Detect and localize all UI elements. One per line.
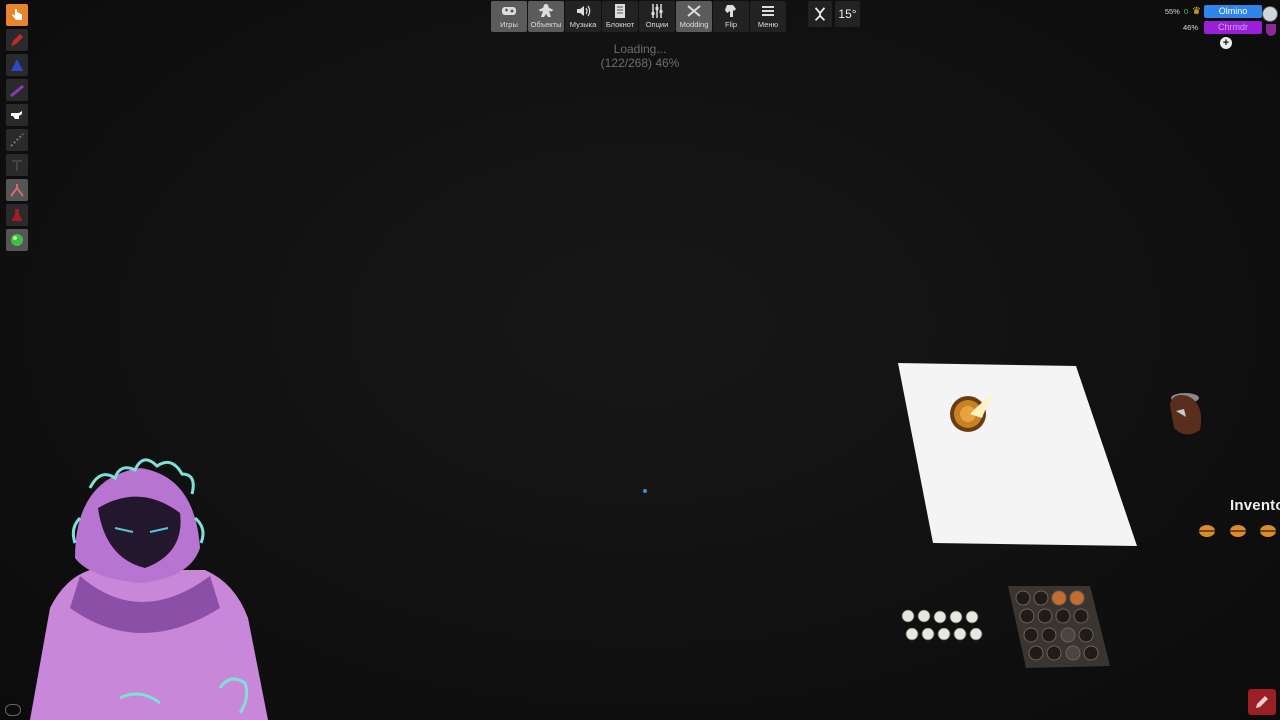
player-avatar[interactable] — [1262, 6, 1278, 22]
flick-tool-button[interactable] — [6, 104, 28, 126]
snap-tool-button[interactable] — [6, 179, 28, 201]
grab-tool-button[interactable] — [6, 4, 28, 26]
speaker-icon — [577, 5, 591, 17]
crown-icon: ♛ — [1192, 5, 1201, 17]
flip-label: Flip — [724, 20, 738, 29]
loading-text: Loading... — [613, 42, 667, 56]
text-tool-button[interactable] — [6, 154, 28, 176]
shield-icon — [1266, 24, 1276, 36]
zone-icon — [11, 59, 23, 71]
loot-bag — [1170, 393, 1202, 435]
menu-label: Меню — [757, 20, 779, 29]
text-icon — [12, 160, 22, 171]
tools-icon — [687, 5, 701, 17]
player-row-host[interactable]: 55% 0 ♛ Olmino — [1165, 4, 1262, 18]
player-host-percent: 55% — [1164, 6, 1180, 16]
measure-tool-button[interactable] — [6, 129, 28, 151]
gizmo-tool-button[interactable] — [6, 229, 28, 251]
pencil-icon — [1256, 696, 1268, 708]
player-host-score: 0 — [1183, 6, 1189, 16]
flick-hand-icon — [11, 111, 22, 119]
music-label: Музыка — [569, 20, 597, 29]
loading-status: Loading... (122/268) 46% — [560, 42, 720, 70]
menu-icon — [762, 6, 774, 16]
white-token-group — [901, 609, 983, 641]
modding-button[interactable]: Modding — [676, 1, 712, 32]
meeple-icon — [538, 4, 554, 17]
ruler-icon — [10, 133, 24, 147]
rotation-angle-value: 15° — [838, 7, 857, 21]
fire-token — [950, 396, 994, 432]
line-icon — [10, 84, 24, 98]
games-button[interactable]: Игры — [491, 1, 527, 32]
pen-tool-button[interactable] — [6, 29, 28, 51]
player-guest-name[interactable]: Chrmdr — [1204, 20, 1262, 34]
joint-icon — [12, 209, 22, 221]
notebook-button[interactable]: Блокнот — [602, 1, 638, 32]
sliders-icon — [651, 4, 663, 18]
options-button[interactable]: Опции — [639, 1, 675, 32]
flip-button[interactable]: Flip — [713, 1, 749, 32]
flip-hand-icon — [725, 5, 736, 17]
music-button[interactable]: Музыка — [565, 1, 601, 32]
loading-progress: (122/268) 46% — [600, 56, 680, 70]
inventory-label: Inventory — [1230, 497, 1280, 514]
play-mat — [898, 363, 1137, 546]
notebook-label: Блокнот — [605, 20, 635, 29]
add-player-icon[interactable]: + — [1220, 37, 1232, 49]
modding-label: Modding — [679, 20, 709, 29]
streamer-avatar — [30, 458, 268, 720]
rotation-angle-button[interactable]: 15° — [835, 1, 860, 27]
rotation-tool-button[interactable] — [808, 1, 832, 27]
objects-button[interactable]: Объекты — [528, 1, 564, 32]
pointer-dot — [643, 489, 647, 493]
games-label: Игры — [500, 20, 518, 29]
player-list: 55% 0 ♛ Olmino 46% Chrmdr — [1140, 3, 1280, 39]
tool-column — [6, 4, 30, 254]
draw-pen-button[interactable] — [1248, 689, 1276, 715]
player-host-name[interactable]: Olmino — [1204, 4, 1262, 18]
chat-bubble-icon[interactable] — [5, 704, 21, 716]
joint-tool-button[interactable] — [6, 204, 28, 226]
line-tool-button[interactable] — [6, 79, 28, 101]
snap-point-icon — [10, 184, 24, 197]
notebook-icon — [615, 4, 625, 18]
objects-label: Объекты — [530, 20, 562, 29]
rotate-figure-icon — [814, 7, 826, 21]
zone-tool-button[interactable] — [6, 54, 28, 76]
hand-pointer-icon — [12, 9, 22, 20]
top-toolbar: Игры Объекты Музыка Блокнот Опции Moddin… — [491, 1, 786, 32]
options-label: Опции — [645, 20, 669, 29]
inventory-tokens — [1199, 525, 1276, 537]
green-ball-icon — [11, 234, 23, 246]
menu-button[interactable]: Меню — [750, 1, 786, 32]
player-guest-percent: 46% — [1182, 22, 1198, 32]
coin-tray — [1008, 586, 1110, 668]
pen-icon — [11, 34, 23, 46]
player-row-guest[interactable]: 46% Chrmdr — [1183, 20, 1262, 34]
gamepad-icon — [502, 7, 516, 15]
